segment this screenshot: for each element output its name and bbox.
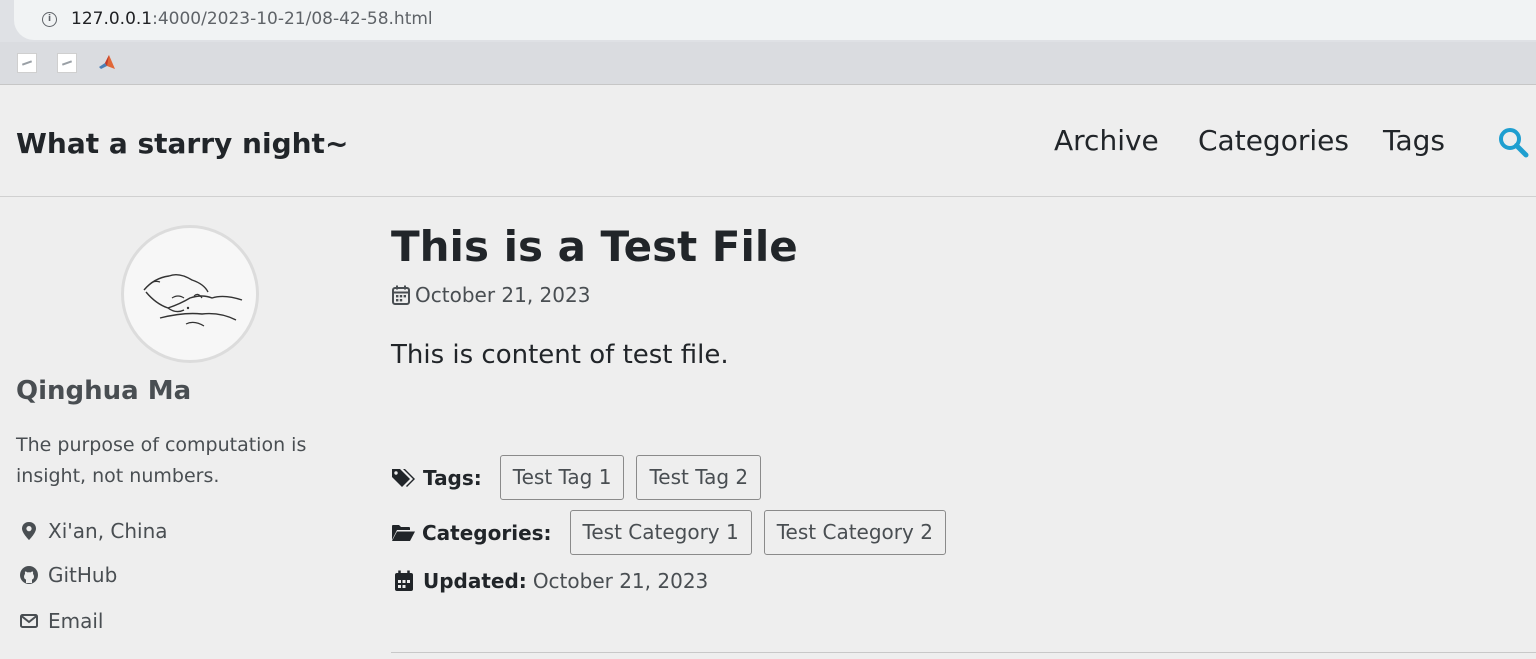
post-body: This is content of test file. xyxy=(391,340,729,370)
author-avatar xyxy=(121,225,259,363)
url-text[interactable]: 127.0.0.1:4000/2023-10-21/08-42-58.html xyxy=(71,9,433,29)
post-title: This is a Test File xyxy=(391,222,798,271)
bookmarks-bar xyxy=(0,42,1536,85)
matlab-logo-icon[interactable] xyxy=(97,53,117,73)
tag-chip[interactable]: Test Tag 1 xyxy=(499,455,625,500)
post-categories-row: Categories: Test Category 1 Test Categor… xyxy=(391,510,958,555)
post-date: October 21, 2023 xyxy=(391,283,590,307)
sleeping-figure-illustration xyxy=(143,273,243,327)
author-bio: The purpose of computation is insight, n… xyxy=(16,434,307,487)
github-icon xyxy=(20,566,38,584)
url-host: 127.0.0.1 xyxy=(71,9,153,29)
author-location: Xi'an, China xyxy=(18,519,168,543)
search-icon[interactable] xyxy=(1497,126,1529,158)
calendar-icon xyxy=(392,285,410,305)
updated-date: October 21, 2023 xyxy=(532,569,709,593)
author-location-label: Xi'an, China xyxy=(48,519,168,543)
bookmark-favicon-icon[interactable] xyxy=(17,53,37,73)
author-email-link[interactable]: Email xyxy=(18,609,104,633)
site-title-link[interactable]: What a starry night~ xyxy=(16,127,348,160)
author-github-link[interactable]: GitHub xyxy=(18,563,117,587)
calendar-icon xyxy=(395,570,413,591)
post-divider xyxy=(391,652,1536,653)
category-chip[interactable]: Test Category 1 xyxy=(569,510,752,555)
site-info-icon[interactable]: i xyxy=(42,12,57,27)
categories-label: Categories: xyxy=(391,521,552,545)
post-updated-row: Updated: October 21, 2023 xyxy=(391,569,708,593)
envelope-icon xyxy=(20,614,38,628)
author-name: Qinghua Ma xyxy=(16,376,192,406)
site-header: What a starry night~ Archive Categories … xyxy=(0,86,1536,197)
category-chip[interactable]: Test Category 2 xyxy=(763,510,946,555)
tags-icon xyxy=(392,468,415,487)
github-link-label: GitHub xyxy=(48,563,118,587)
browser-address-bar: i 127.0.0.1:4000/2023-10-21/08-42-58.htm… xyxy=(0,0,1536,42)
url-path: :4000/2023-10-21/08-42-58.html xyxy=(152,9,433,29)
categories-label-text: Categories: xyxy=(422,520,552,545)
tags-label-text: Tags: xyxy=(423,465,482,490)
map-marker-icon xyxy=(22,522,36,540)
updated-label-text: Updated: xyxy=(423,569,527,593)
post-tags-row: Tags: Test Tag 1 Test Tag 2 xyxy=(391,455,773,500)
post-date-text: October 21, 2023 xyxy=(415,283,591,307)
email-link-label: Email xyxy=(48,609,104,633)
url-omnibox[interactable]: i 127.0.0.1:4000/2023-10-21/08-42-58.htm… xyxy=(14,0,1536,40)
tags-label: Tags: xyxy=(391,466,482,490)
folder-open-icon xyxy=(392,524,415,541)
tag-chip[interactable]: Test Tag 2 xyxy=(636,455,762,500)
nav-archive-link[interactable]: Archive xyxy=(1054,124,1159,157)
nav-tags-link[interactable]: Tags xyxy=(1383,124,1445,157)
updated-label: Updated: xyxy=(391,569,527,593)
nav-categories-link[interactable]: Categories xyxy=(1198,124,1349,157)
bookmark-favicon-icon[interactable] xyxy=(57,53,77,73)
